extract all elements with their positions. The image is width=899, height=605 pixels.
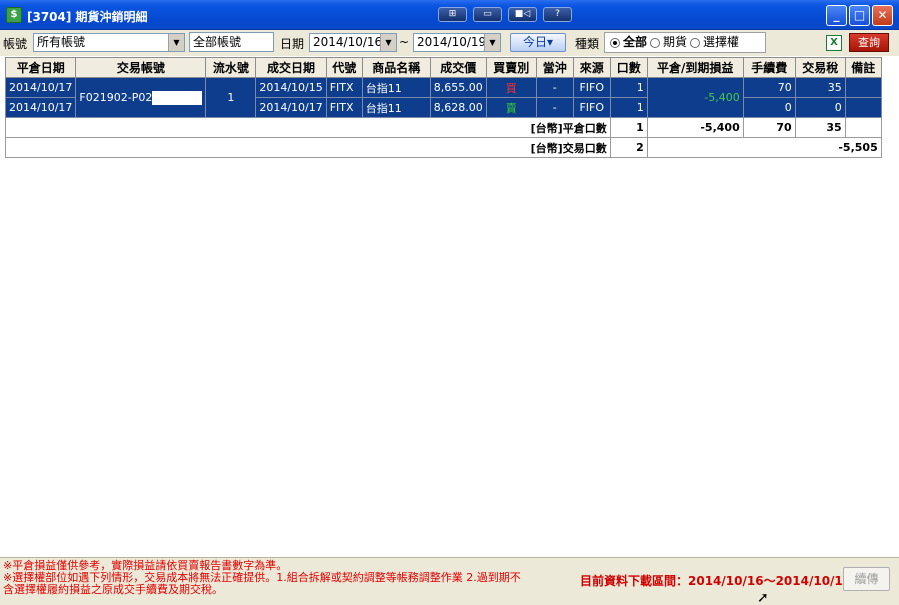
continue-button[interactable]: 續傳 xyxy=(843,567,890,591)
account-cell: F021902-P02 xyxy=(75,77,207,118)
fee-cell: 0 xyxy=(742,97,796,118)
close-button[interactable]: ✕ xyxy=(872,5,893,26)
date-from-picker[interactable]: 2014/10/16 ▼ xyxy=(309,33,397,52)
price-cell: 8,655.00 xyxy=(429,77,487,98)
summary-fee: 70 xyxy=(742,117,796,138)
product-cell: 台指11 xyxy=(361,97,431,118)
col-header[interactable]: 平倉/到期損益 xyxy=(646,57,744,78)
trade-date-cell: 2014/10/17 xyxy=(255,97,327,118)
layout-icon[interactable]: ⊞ xyxy=(438,7,467,22)
title-toolbar: ⊞ ▭ ■◁ ? xyxy=(438,7,572,22)
col-header[interactable]: 商品名稱 xyxy=(361,57,431,78)
col-header[interactable]: 代號 xyxy=(325,57,363,78)
redacted-block xyxy=(152,90,203,105)
mouse-cursor-icon: ➚ xyxy=(757,590,769,605)
account-number: F021902-P02 xyxy=(79,90,153,104)
disclaimer-note-3: 含選擇權履約損益之原成交手續費及期交稅。 xyxy=(3,583,223,596)
summary-note xyxy=(844,117,882,138)
window-icon[interactable]: ▭ xyxy=(473,7,502,22)
type-label: 種類 xyxy=(575,37,600,51)
summary-row-closed: [台幣]平倉口數 1 -5,400 70 35 xyxy=(5,117,882,138)
serial-cell: 1 xyxy=(205,77,257,118)
chevron-down-icon[interactable]: ▼ xyxy=(380,34,396,51)
radio-all[interactable] xyxy=(610,37,620,48)
maximize-button[interactable]: □ xyxy=(849,5,870,26)
tax-cell: 0 xyxy=(794,97,846,118)
title-bar: $ [3704] 期貨沖銷明細 ⊞ ▭ ■◁ ? _ □ ✕ xyxy=(0,0,899,30)
detail-table: 平倉日期 交易帳號 流水號 成交日期 代號 商品名稱 成交價 買賣別 當沖 來源… xyxy=(4,57,882,158)
summary-label: [台幣]交易口數 xyxy=(5,137,611,158)
date-to-value: 2014/10/19 xyxy=(417,35,487,49)
radio-all-label: 全部 xyxy=(623,35,648,49)
daytrade-cell: - xyxy=(535,77,574,98)
col-header[interactable]: 備註 xyxy=(844,57,882,78)
date-separator: ~ xyxy=(399,35,410,49)
summary-qty: 2 xyxy=(609,137,648,158)
col-header[interactable]: 流水號 xyxy=(205,57,257,78)
code-cell: FITX xyxy=(325,77,363,98)
col-header[interactable]: 成交日期 xyxy=(255,57,327,78)
summary-row-traded: [台幣]交易口數 2 -5,505 xyxy=(5,137,882,158)
fee-cell: 70 xyxy=(742,77,796,98)
source-cell: FIFO xyxy=(572,77,611,98)
window-controls: _ □ ✕ xyxy=(826,5,893,26)
col-header[interactable]: 成交價 xyxy=(429,57,487,78)
col-header[interactable]: 來源 xyxy=(572,57,611,78)
trade-date-cell: 2014/10/15 xyxy=(255,77,327,98)
table-header: 平倉日期 交易帳號 流水號 成交日期 代號 商品名稱 成交價 買賣別 當沖 來源… xyxy=(4,57,882,78)
summary-total: -5,505 xyxy=(646,137,882,158)
note-cell xyxy=(844,97,882,118)
col-header[interactable]: 交易稅 xyxy=(794,57,846,78)
side-cell: 賣 xyxy=(485,97,537,118)
chevron-down-icon[interactable]: ▼ xyxy=(484,34,500,51)
today-button[interactable]: 今日▾ xyxy=(510,33,566,52)
radio-options-label: 選擇權 xyxy=(703,35,740,49)
download-range: 目前資料下載區間：2014/10/16～2014/10/19 xyxy=(580,574,852,588)
close-date-cell: 2014/10/17 xyxy=(4,97,77,118)
help-icon[interactable]: ? xyxy=(543,7,572,22)
col-header[interactable]: 口數 xyxy=(609,57,648,78)
col-header[interactable]: 買賣別 xyxy=(485,57,537,78)
side-cell: 買 xyxy=(485,77,537,98)
type-radio-group: 全部 期貨 選擇權 xyxy=(604,32,766,53)
query-button[interactable]: 查詢 xyxy=(849,33,889,52)
filter-bar: 帳號 所有帳號 ▼ 全部帳號 日期 2014/10/16 ▼ ~ 2014/10… xyxy=(0,30,899,56)
summary-label: [台幣]平倉口數 xyxy=(5,117,611,138)
col-header[interactable]: 手續費 xyxy=(742,57,796,78)
minimize-button[interactable]: _ xyxy=(826,5,847,26)
qty-cell: 1 xyxy=(609,97,648,118)
date-to-picker[interactable]: 2014/10/19 ▼ xyxy=(413,33,501,52)
col-header[interactable]: 交易帳號 xyxy=(75,57,207,78)
window-title: [3704] 期貨沖銷明細 xyxy=(27,10,148,24)
account-value: 所有帳號 xyxy=(37,35,86,49)
summary-pnl: -5,400 xyxy=(646,117,744,138)
radio-futures-label: 期貨 xyxy=(663,35,688,49)
chevron-down-icon[interactable]: ▼ xyxy=(168,34,184,51)
tax-cell: 35 xyxy=(794,77,846,98)
account-name-field[interactable]: 全部帳號 xyxy=(189,32,274,52)
note-cell xyxy=(844,77,882,98)
radio-futures[interactable] xyxy=(650,37,661,48)
date-from-value: 2014/10/16 xyxy=(313,35,383,49)
code-cell: FITX xyxy=(325,97,363,118)
account-dropdown[interactable]: 所有帳號 ▼ xyxy=(33,33,185,52)
product-cell: 台指11 xyxy=(361,77,431,98)
account-label: 帳號 xyxy=(3,37,28,51)
excel-icon[interactable]: X xyxy=(826,35,842,51)
col-header[interactable]: 當沖 xyxy=(535,57,574,78)
camera-icon[interactable]: ■◁ xyxy=(508,7,537,22)
summary-tax: 35 xyxy=(794,117,846,138)
daytrade-cell: - xyxy=(535,97,574,118)
radio-options[interactable] xyxy=(690,37,701,48)
table-row[interactable]: 2014/10/17 F021902-P02 1 2014/10/15 FITX… xyxy=(4,77,882,118)
app-logo-icon: $ xyxy=(6,7,22,23)
pnl-cell: -5,400 xyxy=(646,77,744,118)
date-label: 日期 xyxy=(280,37,305,51)
close-date-cell: 2014/10/17 xyxy=(4,77,77,98)
price-cell: 8,628.00 xyxy=(429,97,487,118)
qty-cell: 1 xyxy=(609,77,648,98)
summary-qty: 1 xyxy=(609,117,648,138)
col-header[interactable]: 平倉日期 xyxy=(4,57,77,78)
source-cell: FIFO xyxy=(572,97,611,118)
